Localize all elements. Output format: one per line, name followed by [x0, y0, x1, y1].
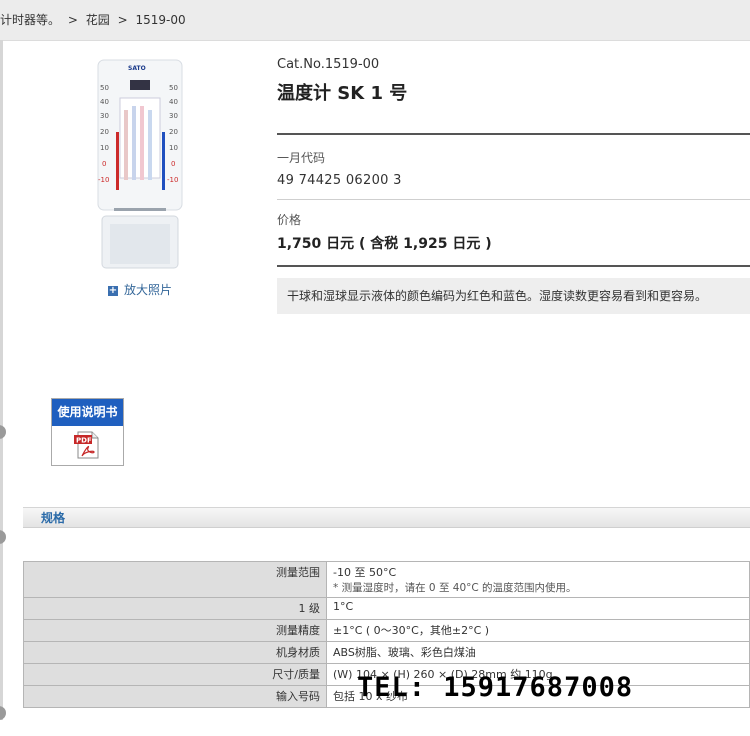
spec-key: 测量精度 — [23, 619, 327, 642]
svg-text:40: 40 — [100, 98, 109, 106]
svg-text:20: 20 — [100, 128, 109, 136]
tel-watermark: TEL: 15917687008 — [357, 672, 634, 703]
svg-text:30: 30 — [169, 112, 178, 120]
spec-value: ±1°C ( 0～30°C，其他±2°C ) — [326, 619, 750, 642]
spec-value-text: -10 至 50°C — [333, 566, 397, 579]
spec-value: -10 至 50°C * 测量湿度时，请在 0 至 40°C 的温度范围内使用。 — [326, 561, 750, 598]
svg-text:40: 40 — [169, 98, 178, 106]
spec-value: ABS树脂、玻璃、彩色白煤油 — [326, 641, 750, 664]
divider — [277, 199, 750, 200]
jan-code-value: 49 74425 06200 3 — [277, 173, 402, 188]
page-left-edge — [0, 40, 3, 720]
product-description: 干球和湿球显示液体的颜色编码为红色和蓝色。湿度读数更容易看到和更容易。 — [277, 278, 750, 314]
breadcrumb-item-timers[interactable]: 计时器等。 — [0, 13, 60, 27]
scroll-dot-icon — [0, 530, 6, 544]
svg-text:-10: -10 — [98, 176, 109, 184]
svg-text:0: 0 — [102, 160, 106, 168]
breadcrumb-separator: > — [67, 13, 78, 27]
scroll-dot-icon — [0, 425, 6, 439]
table-row: 1 级 1°C — [23, 597, 750, 620]
spec-note: * 测量湿度时，请在 0 至 40°C 的温度范围内使用。 — [333, 582, 577, 594]
divider — [277, 265, 750, 267]
spec-section-header: 规格 — [23, 507, 750, 528]
breadcrumb-separator: > — [117, 13, 128, 27]
svg-text:20: 20 — [169, 128, 178, 136]
zoom-photo-label: 放大照片 — [124, 283, 173, 297]
spec-key: 输入号码 — [23, 685, 327, 708]
svg-text:50: 50 — [100, 84, 109, 92]
svg-text:30: 30 — [100, 112, 109, 120]
spec-value: 1°C — [326, 597, 750, 620]
manual-pdf-button[interactable]: 使用说明书 PDF — [51, 398, 124, 466]
spec-key: 尺寸/质量 — [23, 663, 327, 686]
price-label: 价格 — [277, 213, 302, 227]
scroll-dot-icon — [0, 706, 6, 720]
table-row: 测量范围 -10 至 50°C * 测量湿度时，请在 0 至 40°C 的温度范… — [23, 561, 750, 598]
divider — [277, 133, 750, 135]
zoom-photo-link[interactable]: + 放大照片 — [108, 281, 172, 298]
spec-key: 机身材质 — [23, 641, 327, 664]
breadcrumb-item-garden[interactable]: 花园 — [86, 13, 110, 27]
pdf-icon: PDF — [74, 431, 99, 459]
spec-key: 1 级 — [23, 597, 327, 620]
pdf-badge-text: PDF — [76, 437, 92, 445]
manual-label: 使用说明书 — [52, 399, 123, 426]
product-image[interactable]: SATO 50 50 40 40 30 30 20 20 10 10 0 0 -10 -10 — [96, 58, 184, 270]
svg-text:0: 0 — [171, 160, 175, 168]
svg-text:10: 10 — [100, 144, 109, 152]
brand-label: SATO — [128, 65, 146, 72]
spec-key: 测量范围 — [23, 561, 327, 598]
svg-text:10: 10 — [169, 144, 178, 152]
catalog-number: Cat.No.1519-00 — [277, 57, 380, 72]
breadcrumb-item-current: 1519-00 — [135, 13, 186, 27]
table-row: 机身材质 ABS树脂、玻璃、彩色白煤油 — [23, 641, 750, 664]
product-title: 温度计 SK 1 号 — [277, 83, 408, 104]
svg-text:-10: -10 — [167, 176, 178, 184]
table-row: 测量精度 ±1°C ( 0～30°C，其他±2°C ) — [23, 619, 750, 642]
plus-icon: + — [108, 284, 118, 296]
jan-code-label: 一月代码 — [277, 151, 326, 165]
svg-text:50: 50 — [169, 84, 178, 92]
breadcrumb: 计时器等。 > 花园 > 1519-00 — [0, 0, 750, 41]
price-value: 1,750 日元 ( 含税 1,925 日元 ) — [277, 236, 492, 252]
